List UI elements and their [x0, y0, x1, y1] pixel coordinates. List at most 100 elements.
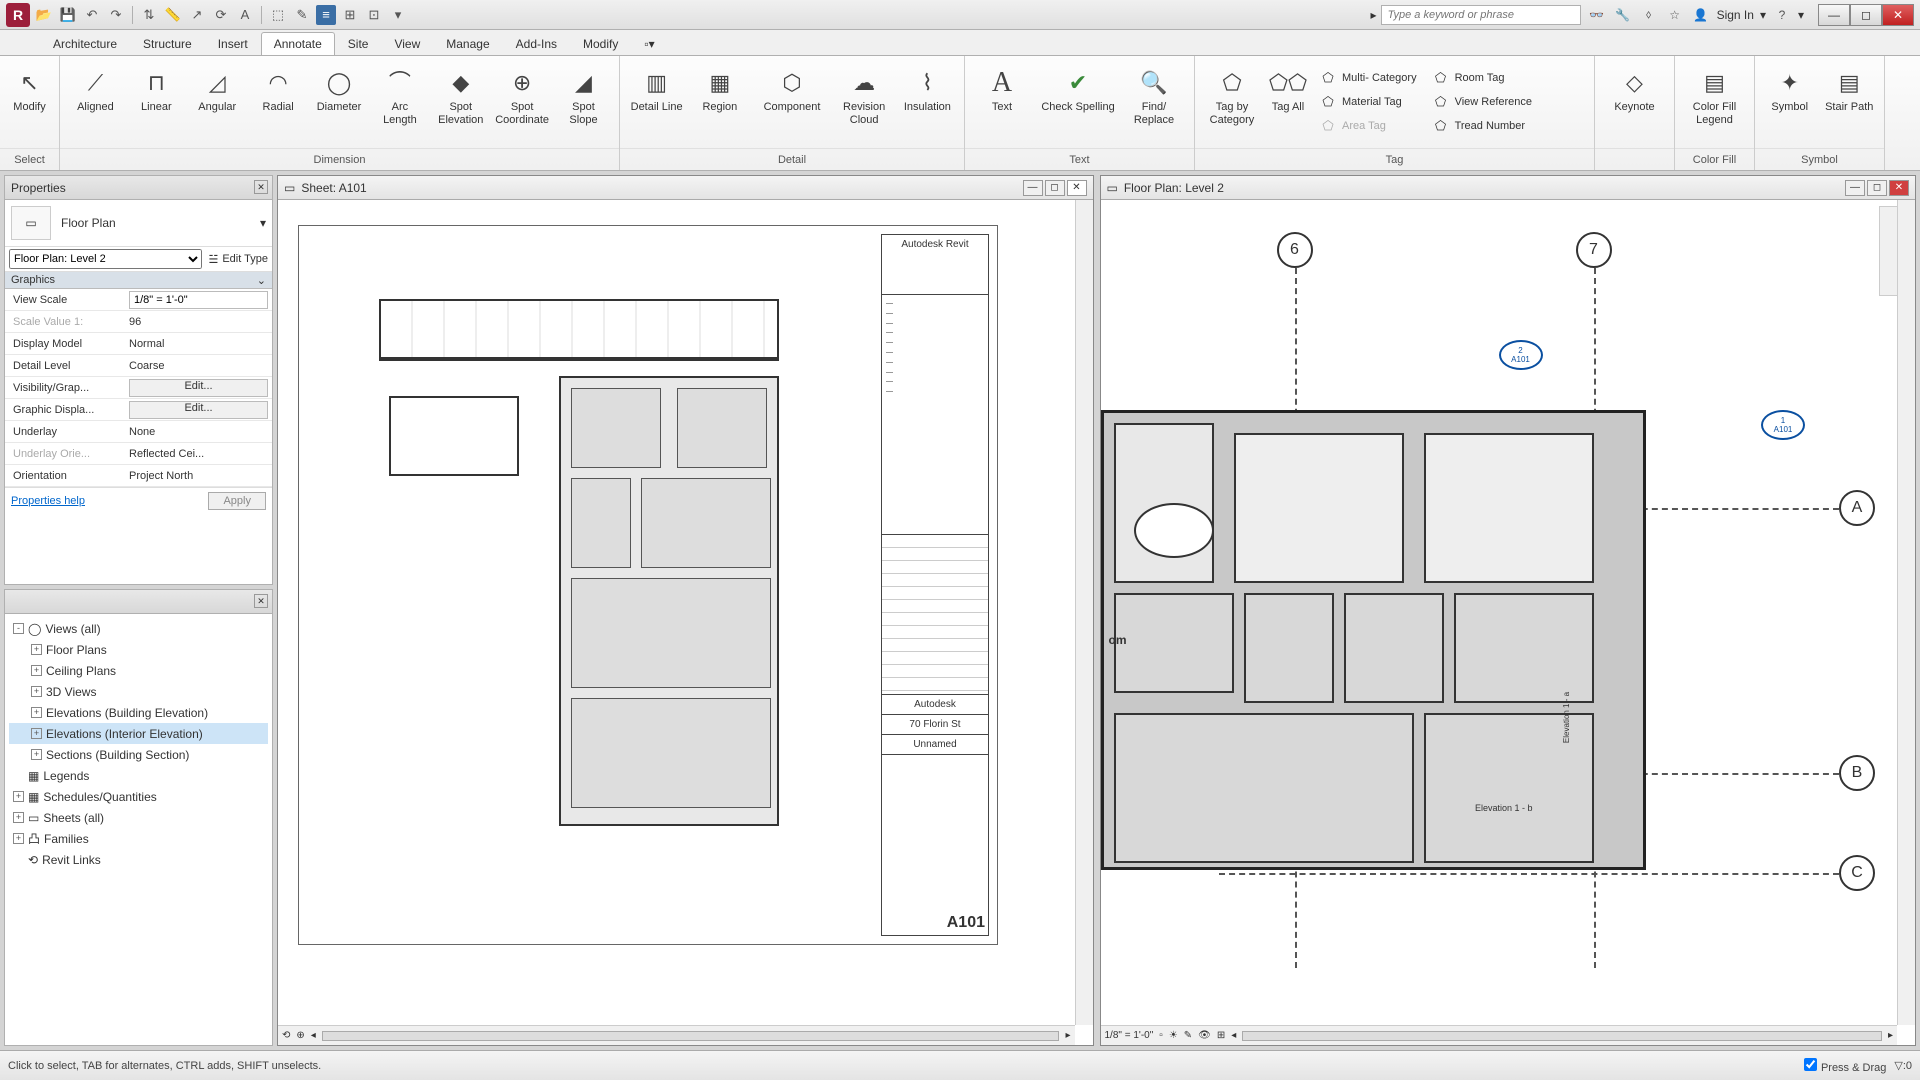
tree-node[interactable]: ⟲Revit Links: [9, 849, 268, 870]
expand-icon[interactable]: +: [31, 665, 42, 676]
spotelev-button[interactable]: ◆Spot Elevation: [431, 64, 490, 140]
doc1-hscroll[interactable]: ⟲ ⊕ ◂▸: [278, 1025, 1075, 1045]
text-button[interactable]: AText: [971, 64, 1033, 140]
section-callout-1[interactable]: 1 A101: [1761, 410, 1805, 440]
doc2-close[interactable]: ✕: [1889, 180, 1909, 196]
tab-site[interactable]: Site: [335, 32, 382, 55]
toggle-icon[interactable]: ≡: [316, 5, 336, 25]
grid-bubble-c[interactable]: C: [1839, 855, 1875, 891]
text-icon[interactable]: A: [235, 5, 255, 25]
linear-button[interactable]: ⊓Linear: [127, 64, 186, 140]
detailline-button[interactable]: ▥Detail Line: [626, 64, 687, 140]
colorfill-button[interactable]: ▤Color Fill Legend: [1681, 64, 1748, 140]
grid-bubble-7[interactable]: 7: [1576, 232, 1612, 268]
close-hidden-icon[interactable]: ⊡: [364, 5, 384, 25]
expand-icon[interactable]: +: [31, 728, 42, 739]
tree-node[interactable]: +凸Families: [9, 828, 268, 849]
edit-type-button[interactable]: ☱ Edit Type: [208, 253, 268, 266]
tree-node[interactable]: -◯Views (all): [9, 618, 268, 639]
tab-annotate[interactable]: Annotate: [261, 32, 335, 55]
properties-help-link[interactable]: Properties help: [11, 495, 85, 507]
pressdrag-checkbox[interactable]: Press & Drag: [1804, 1058, 1886, 1074]
panel-tag-title[interactable]: Tag: [1195, 148, 1594, 170]
tree-node[interactable]: +Ceiling Plans: [9, 660, 268, 681]
prop-value[interactable]: 96: [125, 316, 272, 328]
prop-value[interactable]: Normal: [125, 338, 272, 350]
expand-icon[interactable]: +: [31, 707, 42, 718]
insulation-button[interactable]: ⌇Insulation: [897, 64, 958, 140]
diameter-button[interactable]: ◯Diameter: [310, 64, 369, 140]
open-icon[interactable]: 📂: [34, 5, 54, 25]
expand-icon[interactable]: +: [13, 791, 24, 802]
tagbycategory-button[interactable]: ⬠Tag by Category: [1201, 64, 1263, 140]
worksharing-icon[interactable]: ⬨: [1639, 5, 1659, 25]
switch-icon[interactable]: ⊞: [340, 5, 360, 25]
panel-dimension-title[interactable]: Dimension: [60, 148, 619, 170]
expand-icon[interactable]: +: [31, 749, 42, 760]
radial-button[interactable]: ◠Radial: [249, 64, 308, 140]
steering-icon[interactable]: ⊕: [296, 1030, 304, 1041]
tab-modify[interactable]: Modify: [570, 32, 631, 55]
panel-text-title[interactable]: Text: [965, 148, 1194, 170]
signin-link[interactable]: Sign In: [1717, 8, 1754, 22]
prop-edit-button[interactable]: Edit...: [129, 401, 268, 419]
type-name[interactable]: Floor Plan: [61, 216, 250, 230]
project-browser[interactable]: -◯Views (all)+Floor Plans+Ceiling Plans+…: [5, 614, 272, 1045]
close-button[interactable]: ✕: [1882, 4, 1914, 26]
tree-node[interactable]: +Floor Plans: [9, 639, 268, 660]
materialtag-button[interactable]: ⬠Material Tag: [1313, 91, 1424, 113]
app-logo[interactable]: R: [6, 3, 30, 27]
prop-value[interactable]: Reflected Cei...: [125, 448, 272, 460]
aligned-button[interactable]: ⟋Aligned: [66, 64, 125, 140]
key-icon[interactable]: 🔧: [1613, 5, 1633, 25]
findreplace-button[interactable]: 🔍Find/ Replace: [1123, 64, 1185, 140]
spotslope-button[interactable]: ◢Spot Slope: [554, 64, 613, 140]
doc1-vscroll[interactable]: [1075, 200, 1093, 1025]
expand-icon[interactable]: -: [13, 623, 24, 634]
tab-manage[interactable]: Manage: [433, 32, 502, 55]
expand-icon[interactable]: +: [13, 833, 24, 844]
section-callout-2[interactable]: 2 A101: [1499, 340, 1543, 370]
link-icon[interactable]: ⇅: [139, 5, 159, 25]
prop-input[interactable]: [129, 291, 268, 309]
tree-node[interactable]: +▭Sheets (all): [9, 807, 268, 828]
prop-value[interactable]: Coarse: [125, 360, 272, 372]
tree-node[interactable]: +Elevations (Interior Elevation): [9, 723, 268, 744]
redo-icon[interactable]: ↷: [106, 5, 126, 25]
doc1-maximize[interactable]: ◻: [1045, 180, 1065, 196]
doc1-close[interactable]: ✕: [1067, 180, 1087, 196]
dim-icon[interactable]: ↗: [187, 5, 207, 25]
prop-value[interactable]: None: [125, 426, 272, 438]
prop-edit-button[interactable]: Edit...: [129, 379, 268, 397]
doc1-canvas[interactable]: Autodesk Revit —————————— Autodesk 70 Fl…: [278, 200, 1093, 1045]
tab-view[interactable]: View: [381, 32, 433, 55]
grid-bubble-a[interactable]: A: [1839, 490, 1875, 526]
tab-architecture[interactable]: Architecture: [40, 32, 130, 55]
tree-node[interactable]: +Sections (Building Section): [9, 744, 268, 765]
help-icon[interactable]: ?: [1772, 5, 1792, 25]
minimize-button[interactable]: —: [1818, 4, 1850, 26]
roomtag-button[interactable]: ⬠Room Tag: [1426, 67, 1539, 89]
expand-icon[interactable]: +: [31, 686, 42, 697]
help-dropdown-icon[interactable]: ▾: [1798, 8, 1804, 22]
browser-close-icon[interactable]: ✕: [254, 594, 268, 608]
binoculars-icon[interactable]: 👓: [1587, 5, 1607, 25]
grid-bubble-6[interactable]: 6: [1277, 232, 1313, 268]
component-button[interactable]: ⬡Component: [753, 64, 832, 140]
spotcoord-button[interactable]: ⊕Spot Coordinate: [492, 64, 552, 140]
tab-insert[interactable]: Insert: [205, 32, 261, 55]
revcloud-button[interactable]: ☁Revision Cloud: [834, 64, 895, 140]
doc2-maximize[interactable]: ◻: [1867, 180, 1887, 196]
doc2-scale[interactable]: 1/8" = 1'-0": [1105, 1030, 1154, 1041]
tree-node[interactable]: +3D Views: [9, 681, 268, 702]
undo-icon[interactable]: ↶: [82, 5, 102, 25]
tab-extra-icon[interactable]: ▫▾: [631, 32, 667, 55]
doc2-vscroll[interactable]: [1897, 200, 1915, 1025]
keynote-button[interactable]: ◇Keynote: [1601, 64, 1668, 140]
type-dropdown-icon[interactable]: ▾: [260, 216, 266, 230]
signin-dropdown-icon[interactable]: ▾: [1760, 8, 1766, 22]
properties-close-icon[interactable]: ✕: [254, 180, 268, 194]
tab-addins[interactable]: Add-Ins: [503, 32, 570, 55]
nav-icon[interactable]: ⟲: [282, 1030, 290, 1041]
favorite-icon[interactable]: ☆: [1665, 5, 1685, 25]
